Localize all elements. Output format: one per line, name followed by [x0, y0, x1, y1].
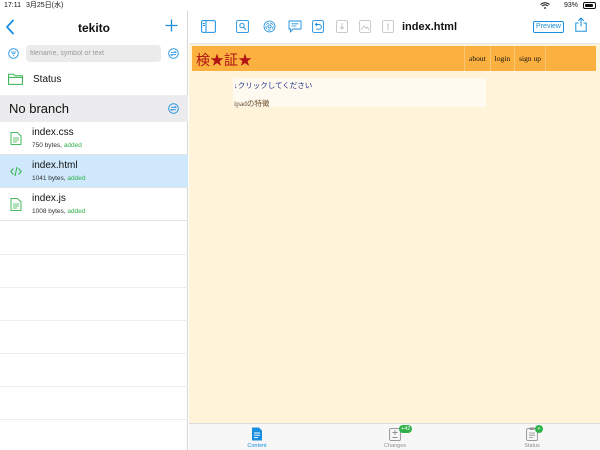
- tab-label: Content: [247, 443, 267, 449]
- status-time: 17:11: [4, 2, 21, 9]
- share-icon[interactable]: [575, 17, 587, 32]
- click-prompt[interactable]: ↓クリックしてください: [234, 80, 312, 91]
- sync-icon[interactable]: [168, 103, 179, 114]
- document-icon: [252, 427, 262, 441]
- battery-percent: 93%: [564, 2, 579, 9]
- nav-link-signup[interactable]: sign up: [514, 46, 546, 71]
- row-divider: [0, 419, 188, 420]
- branch-header[interactable]: No branch: [0, 95, 188, 122]
- tab-changes[interactable]: +42 Changes: [365, 424, 425, 450]
- file-list-item-selected[interactable]: index.html 1041 bytes, added: [0, 155, 188, 188]
- sidebar-toggle-icon[interactable]: [201, 20, 216, 33]
- row-divider: [0, 386, 188, 387]
- row-divider: [0, 353, 188, 354]
- file-list-item[interactable]: index.js 1008 bytes, added: [0, 188, 188, 221]
- undo-icon[interactable]: [312, 20, 324, 33]
- nav-link-login[interactable]: login: [489, 46, 514, 71]
- download-icon[interactable]: [336, 20, 348, 33]
- file-state: added: [63, 142, 82, 149]
- wifi-icon: [540, 2, 550, 9]
- tab-label: Changes: [383, 443, 407, 449]
- file-state: added: [67, 208, 86, 215]
- image-icon[interactable]: [359, 20, 371, 33]
- file-name: index.css: [32, 127, 74, 138]
- site-logo: 検★証★: [196, 54, 252, 69]
- status-label: Status: [33, 74, 62, 85]
- file-size: 1008 bytes,: [32, 208, 66, 215]
- content-box: ↓クリックしてください ipadの特徴: [233, 78, 486, 108]
- file-text-icon: [10, 132, 22, 145]
- row-divider: [0, 287, 188, 288]
- file-size: 750 bytes,: [32, 142, 62, 149]
- editor-pane: index.html Preview 検★証★ about login sign…: [189, 11, 600, 450]
- branch-label: No branch: [9, 101, 69, 116]
- status-date: 3月25日(水): [26, 2, 64, 9]
- tab-content[interactable]: Content: [227, 424, 287, 450]
- document-title: index.html: [402, 21, 458, 33]
- sidebar: tekito Status No branch: [0, 11, 188, 450]
- tab-label: Status: [524, 443, 540, 449]
- site-nav: about login sign up: [464, 46, 546, 71]
- feature-text: ipadの特徴: [234, 99, 270, 108]
- sort-icon[interactable]: [168, 48, 179, 59]
- code-icon: [10, 166, 22, 177]
- info-icon[interactable]: [382, 20, 394, 33]
- plus-icon[interactable]: [165, 19, 178, 32]
- status-badge: +: [535, 425, 543, 433]
- file-name: index.js: [32, 193, 66, 204]
- search-row: [0, 43, 188, 65]
- changes-badge: +42: [399, 425, 413, 433]
- row-divider: [0, 320, 188, 321]
- file-name: index.html: [32, 160, 78, 171]
- file-text-icon: [10, 198, 22, 211]
- comment-icon[interactable]: [288, 20, 302, 33]
- file-size: 1041 bytes,: [32, 175, 66, 182]
- file-list-item[interactable]: index.css 750 bytes, added: [0, 122, 188, 155]
- html-preview: 検★証★ about login sign up ↓クリックしてください ipa…: [189, 43, 600, 423]
- file-meta: 750 bytes, added: [32, 142, 82, 149]
- tab-status[interactable]: + Status: [502, 424, 562, 450]
- site-header: 検★証★ about login sign up: [192, 46, 596, 71]
- battery-icon: [583, 2, 596, 9]
- search-input[interactable]: [26, 45, 161, 62]
- filter-icon[interactable]: [8, 48, 19, 59]
- status-bar: 17:11 3月25日(水) 93%: [0, 0, 600, 11]
- preview-button[interactable]: Preview: [533, 21, 564, 33]
- folder-icon: [8, 73, 23, 85]
- tab-bar: Content +42 Changes + Status: [189, 423, 600, 450]
- row-divider: [0, 254, 188, 255]
- fingerprint-icon[interactable]: [263, 20, 276, 33]
- file-meta: 1041 bytes, added: [32, 175, 86, 182]
- sidebar-nav-bar: tekito: [0, 11, 188, 43]
- image-search-icon[interactable]: [236, 20, 249, 33]
- file-state: added: [67, 175, 86, 182]
- status-row[interactable]: Status: [0, 68, 188, 92]
- file-meta: 1008 bytes, added: [32, 208, 86, 215]
- repo-title: tekito: [77, 21, 110, 35]
- editor-toolbar: index.html Preview: [189, 11, 600, 43]
- nav-link-about[interactable]: about: [464, 46, 490, 71]
